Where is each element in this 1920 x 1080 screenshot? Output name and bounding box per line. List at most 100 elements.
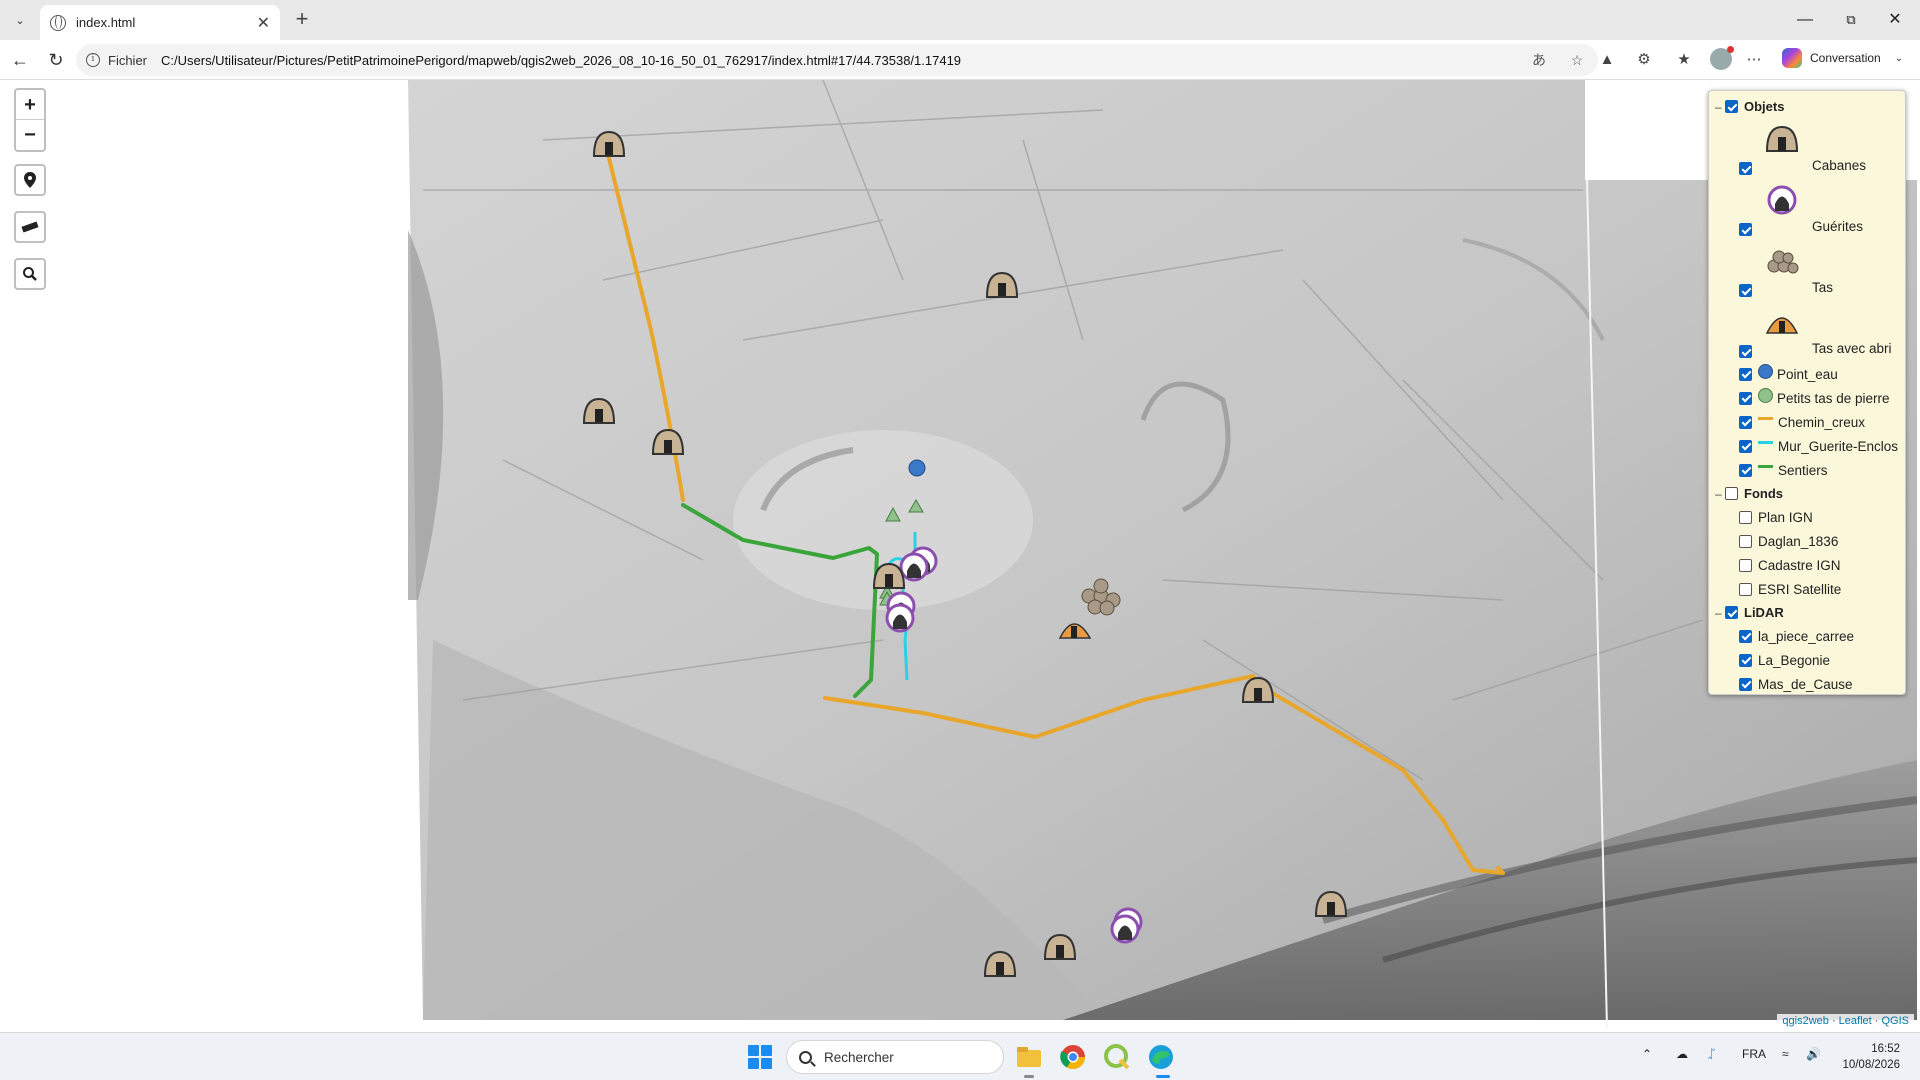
layer-label: Mur_Guerite-Enclos	[1778, 438, 1899, 454]
layer-checkbox[interactable]	[1739, 439, 1752, 453]
layer-item-esri[interactable]: ESRI Satellite	[1709, 577, 1905, 601]
attribution: qgis2web · Leaflet · QGIS	[1777, 1014, 1914, 1028]
point-eau-marker[interactable]	[908, 459, 926, 477]
taskbar-clock[interactable]: 16:52 10/08/2026	[1838, 1041, 1900, 1073]
layer-checkbox[interactable]	[1739, 367, 1752, 381]
tab-title: index.html	[76, 15, 136, 30]
layer-checkbox[interactable]	[1739, 223, 1752, 236]
wifi-icon[interactable]: ≈	[1782, 1047, 1789, 1061]
favorites-icon[interactable]: ★	[1672, 49, 1696, 71]
onedrive-icon[interactable]: ☁	[1676, 1047, 1688, 1061]
zoom-out-button[interactable]: −	[16, 120, 44, 150]
volume-icon[interactable]: 🔊	[1806, 1047, 1821, 1061]
layer-label: La_Begonie	[1758, 652, 1831, 668]
url-text[interactable]: C:/Users/Utilisateur/Pictures/PetitPatri…	[161, 53, 1512, 68]
layer-checkbox[interactable]	[1739, 162, 1752, 175]
collapse-icon[interactable]: –	[1715, 487, 1725, 501]
new-tab-button[interactable]: +	[290, 8, 314, 32]
locate-button[interactable]	[14, 164, 46, 196]
layer-checkbox[interactable]	[1739, 510, 1752, 524]
tas-abri-icon	[1765, 317, 1799, 334]
windows-start-icon[interactable]	[748, 1045, 772, 1069]
qgis-icon[interactable]	[1102, 1042, 1132, 1072]
search-button[interactable]	[14, 258, 46, 290]
search-icon	[23, 267, 37, 281]
layer-item-piece-carree[interactable]: la_piece_carree	[1709, 624, 1905, 648]
layer-item-petits-tas[interactable]: Petits tas de pierre	[1709, 386, 1905, 410]
lidar-hillshade[interactable]	[3, 80, 1917, 1028]
collapse-icon[interactable]: –	[1715, 100, 1725, 114]
layer-checkbox[interactable]	[1739, 558, 1752, 572]
active-app-indicator	[1156, 1075, 1170, 1078]
collapse-icon[interactable]: –	[1715, 606, 1725, 620]
layer-checkbox[interactable]	[1739, 677, 1752, 691]
layer-group-checkbox[interactable]	[1725, 606, 1738, 619]
restore-button[interactable]: ⧉	[1836, 8, 1866, 32]
layer-control: – Objets Cabanes Guérites Tas Tas avec a…	[1708, 90, 1906, 695]
layer-item-cadastre[interactable]: Cadastre IGN	[1709, 553, 1905, 577]
mur-guerite-swatch	[1758, 440, 1773, 444]
layer-checkbox[interactable]	[1739, 345, 1752, 358]
layer-group-checkbox[interactable]	[1725, 100, 1738, 113]
attribution-leaflet-link[interactable]: Leaflet	[1839, 1015, 1872, 1027]
layer-checkbox[interactable]	[1739, 629, 1752, 643]
layer-group-fonds[interactable]: – Fonds	[1709, 482, 1905, 505]
layer-item-sentiers[interactable]: Sentiers	[1709, 458, 1905, 482]
extension-pin-icon[interactable]: ▲	[1595, 49, 1619, 71]
layer-checkbox[interactable]	[1739, 653, 1752, 667]
extension-icon[interactable]: ⚙	[1632, 49, 1656, 71]
layer-item-plan-ign[interactable]: Plan IGN	[1709, 505, 1905, 529]
back-icon[interactable]: ←	[8, 48, 32, 72]
layer-item-begonie[interactable]: La_Begonie	[1709, 648, 1905, 672]
layer-item-chemin-creux[interactable]: Chemin_creux	[1709, 410, 1905, 434]
attribution-qgis2web-link[interactable]: qgis2web	[1782, 1015, 1828, 1027]
layer-item-guerites[interactable]: Guérites	[1709, 179, 1905, 240]
layer-checkbox[interactable]	[1739, 534, 1752, 548]
layer-group-objets[interactable]: – Objets	[1709, 95, 1905, 118]
measure-button[interactable]	[14, 211, 46, 243]
layer-group-checkbox[interactable]	[1725, 487, 1738, 500]
layer-label: Mas_de_Cause	[1758, 676, 1853, 692]
chrome-icon[interactable]	[1058, 1042, 1088, 1072]
layer-item-tas-avec-abri[interactable]: Tas avec abri	[1709, 301, 1905, 362]
file-explorer-icon[interactable]	[1014, 1042, 1044, 1072]
map-pin-icon	[24, 172, 36, 188]
layer-item-mas-de-cause[interactable]: Mas_de_Cause	[1709, 672, 1905, 696]
url-field[interactable]: i Fichier C:/Users/Utilisateur/Pictures/…	[76, 44, 1598, 76]
more-icon[interactable]: ⋯	[1742, 49, 1766, 71]
layer-checkbox[interactable]	[1739, 415, 1752, 429]
star-icon[interactable]: ☆	[1566, 52, 1588, 69]
layer-item-mur-guerite[interactable]: Mur_Guerite-Enclos	[1709, 434, 1905, 458]
map-view[interactable]: + − qgis2web · Leaflet · QGIS	[3, 80, 1917, 1028]
layer-item-point-eau[interactable]: Point_eau	[1709, 362, 1905, 386]
attribution-qgis-link[interactable]: QGIS	[1881, 1015, 1909, 1027]
tray-overflow-icon[interactable]: ⌃	[1642, 1047, 1652, 1061]
layer-checkbox[interactable]	[1739, 284, 1752, 297]
taskbar: Rechercher ⌃ ☁ ᛢ FRA ≈ 🔊 16:52 10/08/202…	[0, 1032, 1920, 1080]
layer-checkbox[interactable]	[1739, 582, 1752, 596]
layer-label: Sentiers	[1778, 462, 1828, 478]
zoom-in-button[interactable]: +	[16, 90, 44, 120]
tab-index[interactable]: index.html ✕	[40, 5, 280, 40]
globe-icon	[50, 14, 66, 31]
layer-group-lidar[interactable]: – LiDAR	[1709, 601, 1905, 624]
language-indicator[interactable]: FRA	[1742, 1047, 1766, 1061]
refresh-icon[interactable]: ↻	[44, 48, 68, 72]
edge-icon[interactable]	[1146, 1042, 1176, 1072]
layer-checkbox[interactable]	[1739, 463, 1752, 477]
close-window-button[interactable]: ✕	[1880, 8, 1910, 32]
translate-icon[interactable]: あ	[1528, 50, 1550, 70]
layer-item-cabanes[interactable]: Cabanes	[1709, 118, 1905, 179]
zoom-control: + −	[14, 88, 46, 152]
layer-item-daglan[interactable]: Daglan_1836	[1709, 529, 1905, 553]
info-icon[interactable]: i	[86, 53, 100, 67]
bluetooth-icon[interactable]: ᛢ	[1708, 1047, 1715, 1061]
layer-checkbox[interactable]	[1739, 391, 1752, 405]
tab-list-button[interactable]: ⌄	[8, 8, 32, 32]
clock-date: 10/08/2026	[1842, 1059, 1900, 1071]
minimize-button[interactable]: —	[1790, 8, 1820, 32]
close-tab-icon[interactable]: ✕	[257, 13, 270, 33]
layer-item-tas[interactable]: Tas	[1709, 240, 1905, 301]
copilot-button[interactable]: Conversation ⌄	[1782, 48, 1903, 68]
taskbar-search[interactable]: Rechercher	[786, 1040, 1004, 1074]
